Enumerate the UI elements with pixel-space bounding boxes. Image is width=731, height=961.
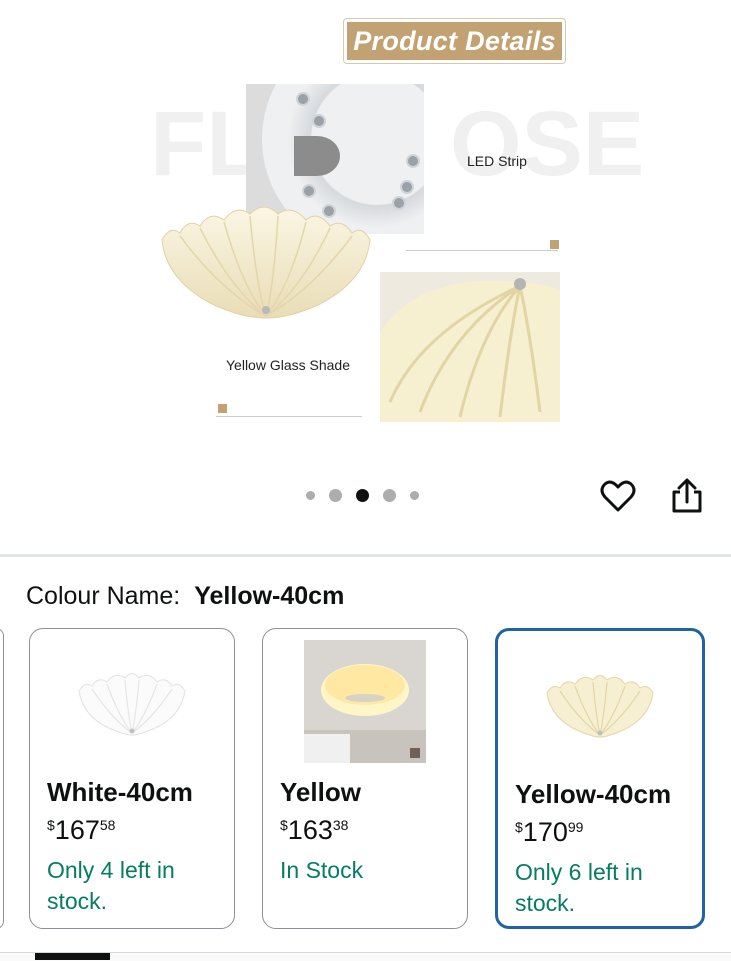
product-details-banner: Product Details	[343, 18, 566, 64]
carousel-dot[interactable]	[410, 491, 419, 500]
banner-title: Product Details	[347, 22, 562, 60]
accent-square	[218, 404, 227, 413]
variant-price: $16758	[47, 815, 116, 845]
share-icon[interactable]	[670, 478, 704, 514]
watermark-right: OSE	[450, 93, 645, 195]
colour-name-row: Colour Name: Yellow-40cm	[26, 582, 344, 611]
bottom-tab-indicator[interactable]	[35, 953, 110, 960]
variant-name: White-40cm	[47, 777, 193, 807]
carousel-dot[interactable]	[383, 489, 396, 502]
variant-card-yellow-40cm[interactable]: Yellow-40cm $17099 Only 6 left in stock.	[495, 628, 705, 929]
carousel-indicator[interactable]	[306, 489, 419, 502]
variant-card-white-40cm[interactable]: White-40cm $16758 Only 4 left in stock.	[29, 628, 235, 929]
variant-card-yellow[interactable]: Yellow $16338 In Stock	[262, 628, 468, 929]
accent-square	[550, 240, 559, 249]
variant-stock-status: Only 6 left in stock.	[515, 859, 643, 916]
variant-thumbnail	[263, 639, 467, 764]
caption-led-strip: LED Strip	[467, 153, 527, 169]
shade-closeup-photo	[380, 272, 560, 422]
variant-thumbnail	[498, 641, 702, 766]
variant-price: $17099	[515, 817, 584, 847]
carousel-dot[interactable]	[306, 491, 315, 500]
variant-card-partial[interactable]	[0, 628, 4, 929]
shade-photo	[161, 206, 371, 319]
caption-yellow-glass-shade: Yellow Glass Shade	[226, 357, 351, 373]
variant-name: Yellow	[280, 777, 361, 807]
carousel-dot[interactable]	[329, 489, 342, 502]
colour-name-value: Yellow-40cm	[194, 582, 345, 610]
variant-name: Yellow-40cm	[515, 779, 672, 809]
variant-thumbnail	[30, 639, 234, 764]
variant-price: $16338	[280, 815, 349, 845]
colour-name-label: Colour Name:	[26, 582, 181, 610]
variant-stock-status: Only 4 left in stock.	[47, 857, 175, 914]
section-divider	[0, 554, 731, 557]
variant-stock-status: In Stock	[280, 857, 364, 883]
heart-icon[interactable]	[600, 478, 636, 514]
product-image[interactable]: FL OSE LED Strip Yellow Glass Shade	[150, 80, 644, 425]
carousel-dot-active[interactable]	[356, 489, 369, 502]
